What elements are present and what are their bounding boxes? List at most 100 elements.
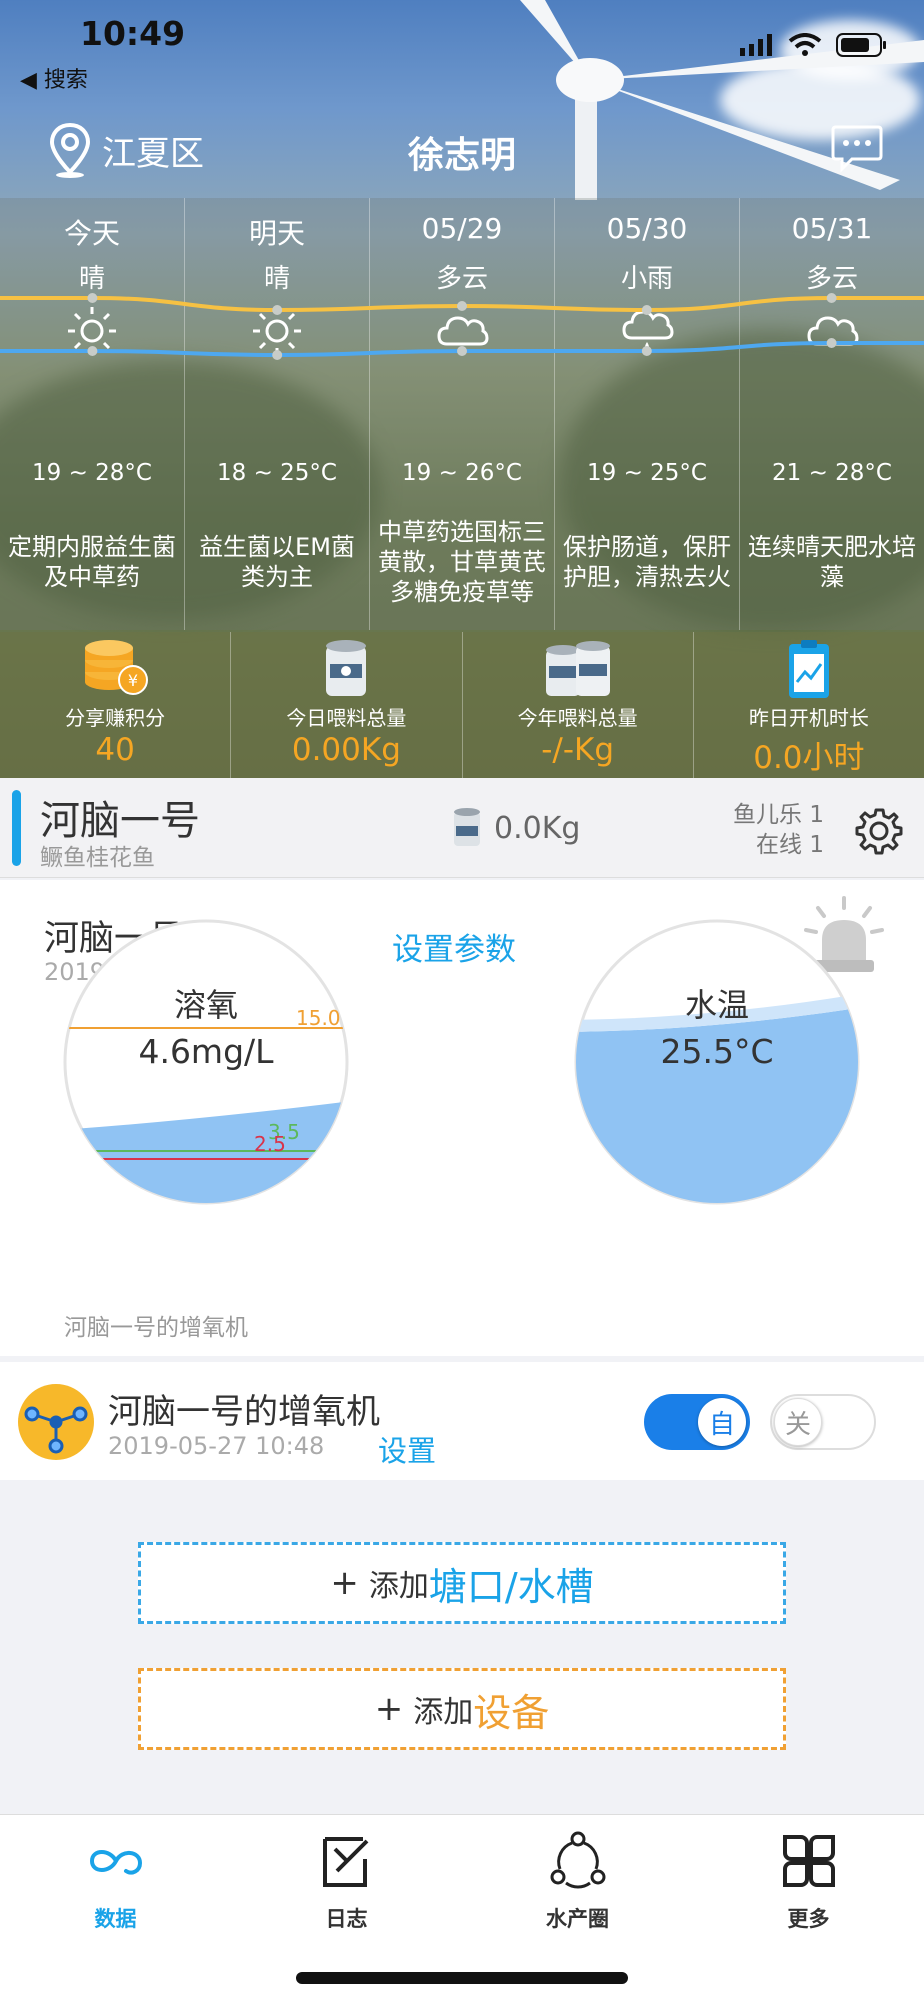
stat-value: 0.00Kg: [291, 732, 401, 768]
plus-icon: +: [374, 1689, 404, 1729]
auto-mode-toggle[interactable]: 自: [644, 1394, 750, 1450]
back-to-search[interactable]: ◀ 搜索: [20, 62, 88, 94]
tab-data[interactable]: 数据: [0, 1815, 231, 2000]
oxygen-lower-threshold: 2.5: [254, 1132, 286, 1156]
gauges: [63, 919, 860, 1205]
location-selector[interactable]: 江夏区: [48, 122, 204, 178]
message-button[interactable]: [830, 124, 884, 178]
battery-icon: [836, 33, 886, 57]
add-pond-highlight: 塘口/水槽: [428, 1564, 594, 1609]
status-icons: [740, 32, 888, 58]
forecast-advice: 保护肠道，保肝护胆，清热去火: [563, 533, 731, 591]
forecast-temp: 19 ~ 26°C: [402, 460, 522, 486]
forecast-date: 05/29: [421, 212, 503, 245]
add-pond-prefix: 添加: [368, 1569, 429, 1604]
pond-feed-value: 0.0Kg: [494, 810, 581, 846]
stat-label: 今日喂料总量: [286, 706, 407, 730]
add-pond-button[interactable]: + 添加 塘口/水槽: [138, 1542, 786, 1624]
log-edit-icon: [322, 1837, 368, 1887]
grid-more-icon: [782, 1835, 835, 1887]
gear-icon[interactable]: [854, 806, 904, 856]
forecast-temp: 18 ~ 25°C: [217, 460, 337, 486]
aerator-timestamp: 2019-05-27 10:48: [108, 1432, 325, 1460]
sun-icon: [253, 307, 301, 355]
pond-species: 鳜鱼桂花鱼: [40, 845, 155, 871]
clipboard-chart-icon: [788, 640, 829, 698]
power-off-toggle[interactable]: 关: [770, 1394, 876, 1450]
stat-run-time[interactable]: 昨日开机时长 0.0小时: [694, 632, 924, 778]
stat-year-feed[interactable]: 今年喂料总量 -/-Kg: [463, 632, 694, 778]
location-pin-icon: [49, 122, 91, 178]
aerator-name: 河脑一号的增氧机: [108, 1392, 380, 1432]
forecast-day[interactable]: 05/29 多云 19 ~ 26°C 中草药选国标三黄散，甘草黄芪多糖免疫草等: [370, 198, 555, 630]
stat-label: 昨日开机时长: [748, 706, 869, 730]
oxygen-upper-threshold: 15.0: [296, 1006, 341, 1030]
tab-more[interactable]: 更多: [693, 1815, 924, 2000]
device-card: 河脑一号 2019-05-27 10:48 设置参数 溶氧 4.6m: [0, 880, 924, 1356]
forecast-temp: 19 ~ 25°C: [587, 460, 707, 486]
forecast-temp: 19 ~ 28°C: [32, 460, 152, 486]
community-icon: [550, 1831, 605, 1889]
forecast-condition: 小雨: [620, 264, 673, 294]
add-device-prefix: 添加: [413, 1695, 474, 1730]
rain-cloud-icon: [622, 310, 674, 352]
home-indicator: [296, 1972, 628, 1984]
cloud-icon: [437, 316, 489, 346]
forecast-day[interactable]: 05/30 小雨 19 ~ 25°C 保护肠道，保肝护胆，清热去火: [555, 198, 740, 630]
auto-toggle-label: 自: [698, 1398, 746, 1446]
add-device-button[interactable]: + 添加 设备: [138, 1668, 786, 1750]
pond-feed: 0.0Kg: [452, 808, 580, 848]
chat-bubble-icon: [831, 125, 883, 173]
stat-value: 40: [95, 732, 135, 768]
temperature-label: 水温: [684, 986, 749, 1024]
stat-value: 0.0小时: [753, 740, 865, 776]
add-device-highlight: 设备: [473, 1690, 550, 1735]
coins-icon: ¥: [85, 640, 149, 695]
forecast-date: 今天: [63, 217, 120, 250]
location-label: 江夏区: [102, 133, 204, 174]
forecast-date: 05/31: [791, 212, 873, 245]
forecast-advice: 益生菌以EM菌类为主: [199, 533, 355, 591]
cloud-icon: [807, 316, 859, 346]
pond-device-count: 鱼儿乐 1 在线 1: [733, 800, 824, 860]
stat-label: 分享赚积分: [65, 706, 166, 730]
oxygen-value: 4.6mg/L: [138, 1032, 274, 1071]
feed-can-icon: [326, 640, 367, 696]
forecast-date: 05/30: [606, 212, 688, 245]
forecast-condition: 晴: [78, 264, 105, 294]
weather-forecast: 今天 晴 19 ~ 28°C 定期内服益生菌及中草药 明天 晴 18 ~ 25°…: [0, 198, 924, 630]
feed-cans-icon: [545, 641, 610, 696]
aerator-icon: [18, 1384, 94, 1460]
tab-label: 日志: [325, 1907, 368, 1931]
aerator-row: 河脑一号的增氧机 2019-05-27 10:48 设置 自 关: [0, 1362, 924, 1480]
stat-today-feed[interactable]: 今日喂料总量 0.00Kg: [231, 632, 463, 778]
stats-strip: ¥ 分享赚积分 40 今日喂料总量 0.00Kg 今年喂料总量 -/-Kg 昨日…: [0, 632, 924, 778]
forecast-day[interactable]: 明天 晴 18 ~ 25°C 益生菌以EM菌类为主: [185, 198, 370, 630]
pond-count-online: 在线 1: [756, 832, 824, 858]
forecast-day[interactable]: 今天 晴 19 ~ 28°C 定期内服益生菌及中草药: [0, 198, 185, 630]
tab-label: 更多: [787, 1907, 830, 1931]
pond-header[interactable]: 河脑一号 鳜鱼桂花鱼 0.0Kg 鱼儿乐 1 在线 1: [0, 778, 924, 878]
forecast-condition: 多云: [805, 264, 858, 294]
tab-label: 水产圈: [546, 1907, 609, 1931]
wifi-icon: [788, 33, 822, 56]
forecast-advice: 连续晴天肥水培藻: [748, 533, 916, 591]
forecast-date: 明天: [248, 217, 305, 250]
aerator-settings-link[interactable]: 设置: [378, 1428, 436, 1470]
signal-icon: [740, 34, 772, 56]
pond-count-total: 鱼儿乐 1: [733, 802, 824, 828]
forecast-advice: 定期内服益生菌及中草药: [8, 533, 176, 591]
stat-share-points[interactable]: ¥ 分享赚积分 40: [0, 632, 232, 778]
stat-value: -/-Kg: [541, 732, 615, 768]
stat-label: 今年喂料总量: [517, 706, 638, 730]
off-toggle-label: 关: [774, 1398, 822, 1446]
feed-can-icon: [454, 808, 480, 846]
forecast-temp: 21 ~ 28°C: [772, 460, 892, 486]
oxygen-label: 溶氧: [173, 986, 238, 1024]
plus-icon: +: [330, 1563, 359, 1603]
forecast-day[interactable]: 05/31 多云 21 ~ 28°C 连续晴天肥水培藻: [740, 198, 924, 630]
sun-icon: [68, 307, 116, 355]
status-time: 10:49: [80, 14, 186, 53]
aerator-caption: 河脑一号的增氧机: [64, 1315, 248, 1341]
pond-accent-bar: [12, 790, 21, 866]
